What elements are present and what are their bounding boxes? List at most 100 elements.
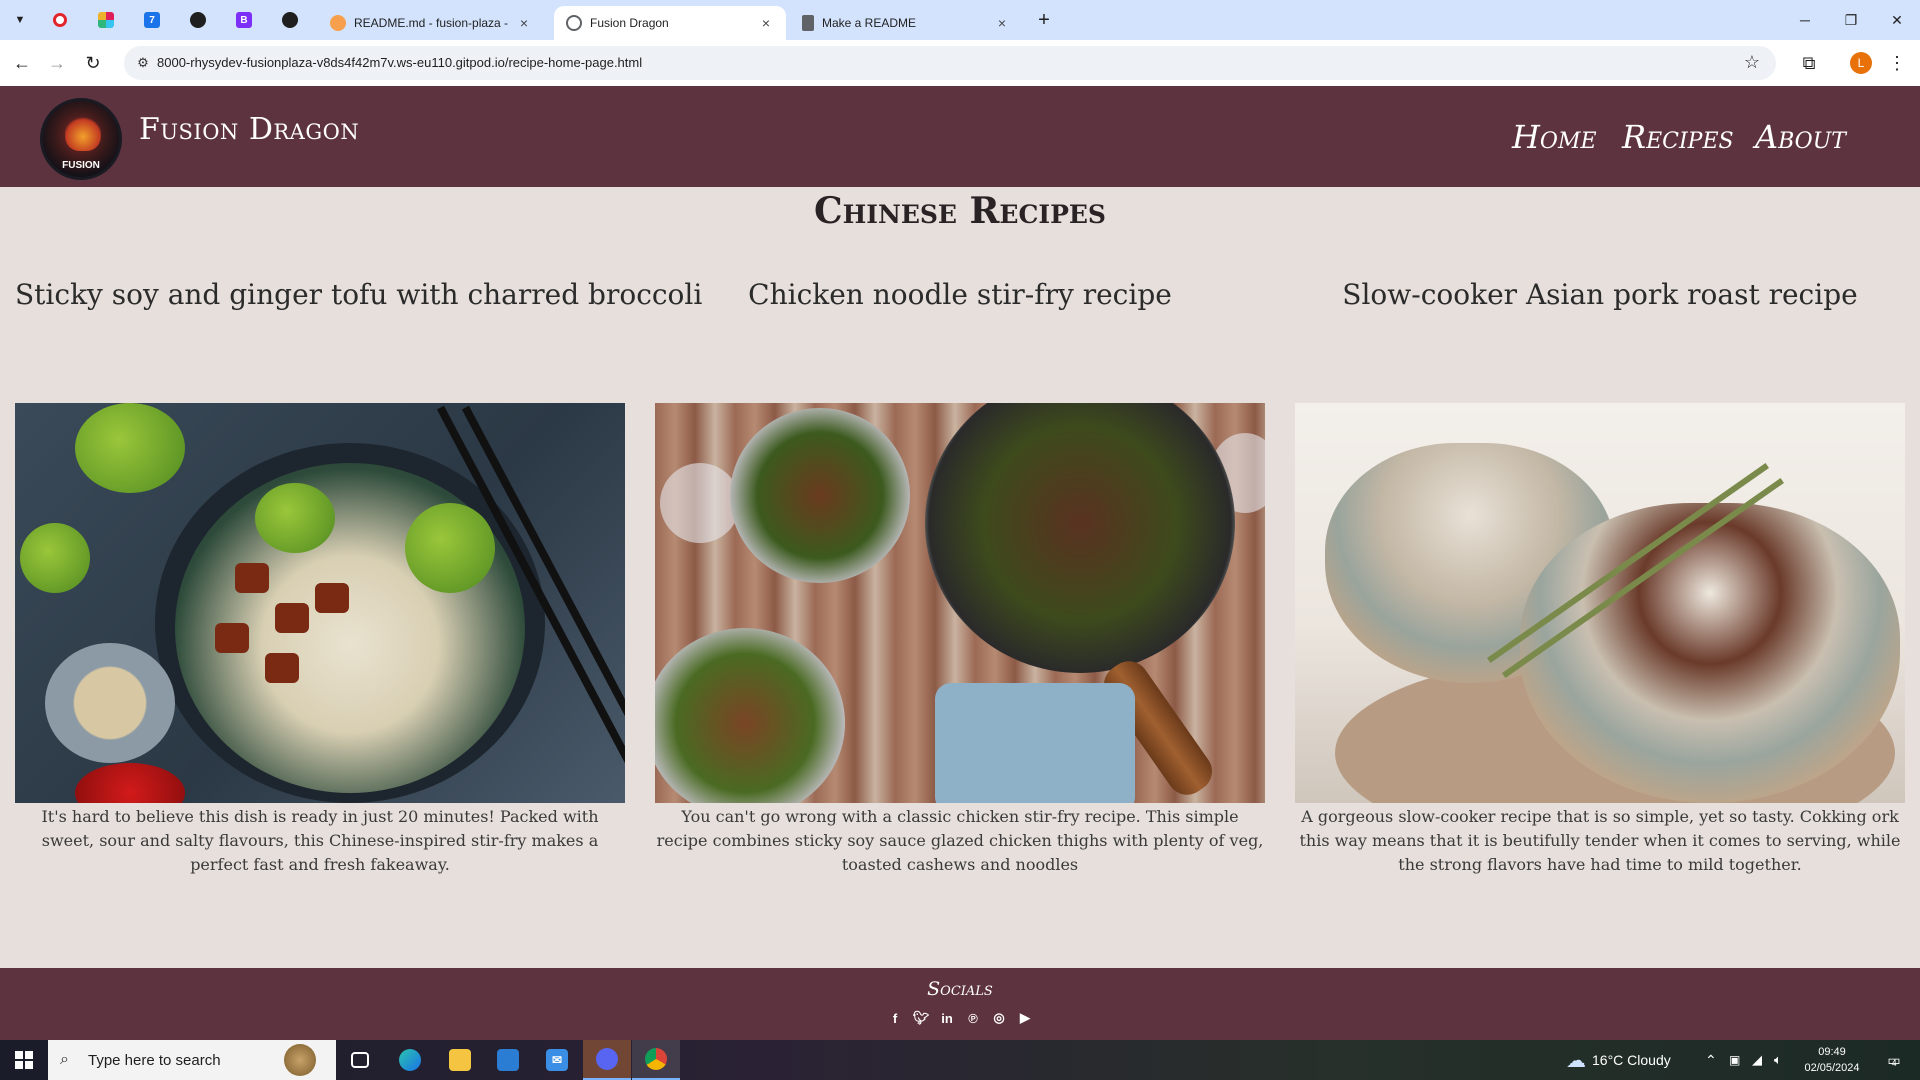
url-text: 8000-rhysydev-fusionplaza-v8ds4f42m7v.ws… [157, 55, 643, 70]
tab-readme[interactable]: README.md - fusion-plaza - × [318, 6, 544, 40]
youtube-icon[interactable]: ▶ [1017, 1010, 1033, 1026]
recipe-card: Sticky soy and ginger tofu with charred … [15, 275, 702, 874]
windows-taskbar: ⌕ Type here to search ✉ ☁ 16°C Cloudy ⌃ … [0, 1040, 1920, 1080]
pinterest-icon[interactable]: ℗ [965, 1010, 981, 1026]
social-links: f 🐦︎ in ℗ ◎ ▶ [0, 1010, 1920, 1026]
facebook-icon[interactable]: f [887, 1010, 903, 1026]
github-icon [282, 12, 298, 28]
gitpod-icon [330, 15, 346, 31]
close-tab-icon[interactable]: × [516, 15, 532, 31]
site-info-icon[interactable]: ⚙ [134, 54, 152, 72]
extensions-icon[interactable]: ⧉ [1794, 48, 1824, 78]
edge-icon [399, 1049, 421, 1071]
clock-time: 09:49 [1818, 1046, 1846, 1058]
site-footer: Socials f 🐦︎ in ℗ ◎ ▶ [0, 968, 1920, 1040]
minimize-button[interactable]: ─ [1782, 0, 1828, 40]
bookmark-star-icon[interactable]: ☆ [1744, 52, 1760, 73]
notifications-button[interactable]: ▭ 4 [1880, 1048, 1904, 1072]
search-icon: ⌕ [60, 1051, 69, 1068]
taskbar-discord[interactable] [583, 1040, 631, 1080]
pinned-tab-slack[interactable] [92, 8, 120, 32]
volume-icon[interactable]: 🔈︎ [1774, 1040, 1782, 1080]
calendar-icon: 7 [144, 12, 160, 28]
task-view-icon [351, 1052, 369, 1068]
footer-title: Socials [927, 978, 993, 1000]
taskbar-file-explorer[interactable] [436, 1040, 484, 1080]
meet-now-icon[interactable]: ▣ [1729, 1040, 1740, 1080]
notification-count: 4 [1891, 1058, 1897, 1068]
recipe-image-chicken-noodles[interactable] [655, 403, 1265, 803]
nav-about[interactable]: About [1755, 118, 1846, 156]
weather-text: 16°C Cloudy [1592, 1052, 1671, 1068]
show-hidden-icons[interactable]: ⌃ [1705, 1040, 1717, 1080]
recipe-title[interactable]: Slow-cooker Asian pork roast recipe [1295, 275, 1905, 315]
slack-icon [98, 12, 114, 28]
cloud-icon: ☁ [1566, 1049, 1586, 1072]
windows-icon [15, 1051, 33, 1069]
recipe-image-tofu[interactable] [15, 403, 625, 803]
taskbar-search-box[interactable]: ⌕ Type here to search [48, 1040, 336, 1080]
task-view-button[interactable] [336, 1040, 384, 1080]
linkedin-icon[interactable]: in [939, 1010, 955, 1026]
instagram-icon[interactable]: ◎ [991, 1010, 1007, 1026]
recipe-card: Chicken noodle stir-fry recipe You can't… [655, 275, 1265, 874]
pinned-tab-github[interactable] [184, 8, 212, 32]
search-placeholder: Type here to search [88, 1052, 221, 1069]
profile-avatar[interactable]: L [1850, 52, 1872, 74]
recipe-title[interactable]: Chicken noodle stir-fry recipe [655, 275, 1265, 315]
tab-title: Fusion Dragon [590, 16, 669, 30]
folder-icon [449, 1049, 471, 1071]
recipe-description: You can't go wrong with a classic chicke… [656, 807, 1264, 874]
mail-icon: ✉ [546, 1049, 568, 1071]
weather-widget[interactable]: ☁ 16°C Cloudy [1566, 1040, 1671, 1080]
taskbar-mail[interactable]: ✉ [533, 1040, 581, 1080]
recipe-description: A gorgeous slow-cooker recipe that is so… [1299, 807, 1901, 874]
taskbar-chrome[interactable] [632, 1040, 680, 1080]
menu-icon[interactable]: ⋮ [1882, 48, 1912, 78]
back-button[interactable]: ← [7, 48, 37, 78]
forward-button[interactable]: → [42, 48, 72, 78]
pinned-tab-github-2[interactable] [276, 8, 304, 32]
document-icon [802, 15, 814, 31]
close-tab-icon[interactable]: × [758, 15, 774, 31]
nav-recipes[interactable]: Recipes [1622, 118, 1734, 156]
opera-icon [53, 13, 67, 27]
close-tab-icon[interactable]: × [994, 15, 1010, 31]
tab-search-button[interactable]: ▼ [8, 8, 32, 32]
restore-button[interactable]: ❐ [1828, 0, 1874, 40]
recipe-title[interactable]: Sticky soy and ginger tofu with charred … [15, 275, 702, 315]
clock-date: 02/05/2024 [1804, 1062, 1860, 1074]
close-window-button[interactable]: ✕ [1874, 0, 1920, 40]
github-icon [190, 12, 206, 28]
pinned-tab-calendar[interactable]: 7 [138, 8, 166, 32]
tab-title: README.md - fusion-plaza - [354, 16, 508, 30]
pinned-tab-bootstrap[interactable]: B [230, 8, 258, 32]
dragon-icon [65, 115, 101, 151]
new-tab-button[interactable]: + [1032, 8, 1056, 32]
brand-name[interactable]: Fusion Dragon [139, 112, 359, 147]
taskbar-store[interactable] [484, 1040, 532, 1080]
pinned-tab-opera[interactable] [46, 8, 74, 32]
recipe-card: Slow-cooker Asian pork roast recipe A go… [1295, 275, 1905, 874]
browser-tab-bar: ▼ 7 B README.md - fusion-plaza - × Fusio… [0, 0, 1920, 40]
twitter-icon[interactable]: 🐦︎ [913, 1010, 930, 1026]
recipe-description: It's hard to believe this dish is ready … [41, 807, 599, 874]
tab-title: Make a README [822, 16, 917, 30]
chrome-icon [645, 1048, 667, 1070]
start-button[interactable] [0, 1040, 48, 1080]
network-icon[interactable]: ◢ [1752, 1040, 1762, 1080]
store-icon [497, 1049, 519, 1071]
address-bar[interactable]: ⚙ 8000-rhysydev-fusionplaza-v8ds4f42m7v.… [124, 46, 1776, 80]
taskbar-edge[interactable] [386, 1040, 434, 1080]
logo[interactable]: FUSION [40, 98, 122, 180]
logo-text: FUSION [62, 160, 100, 171]
browser-toolbar: ← → ↻ ⚙ 8000-rhysydev-fusionplaza-v8ds4f… [0, 40, 1920, 86]
discord-icon [596, 1048, 618, 1070]
nav-home[interactable]: Home [1512, 118, 1597, 156]
tab-fusion-dragon[interactable]: Fusion Dragon × [554, 6, 786, 40]
globe-icon [566, 15, 582, 31]
reload-button[interactable]: ↻ [78, 48, 108, 78]
recipe-image-pork-roast[interactable] [1295, 403, 1905, 803]
taskbar-clock[interactable]: 09:49 02/05/2024 [1786, 1044, 1878, 1076]
tab-make-readme[interactable]: Make a README × [790, 6, 1022, 40]
